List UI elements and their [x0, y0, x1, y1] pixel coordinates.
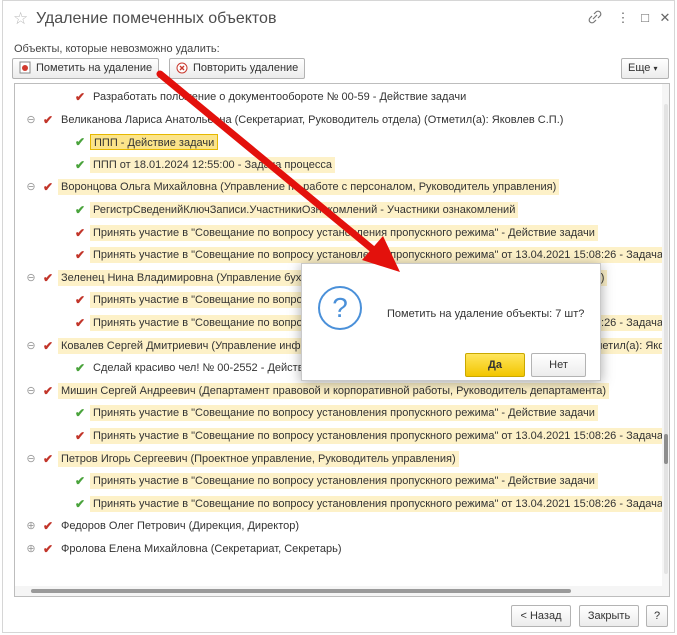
- tree-row-label: ППП - Действие задачи: [90, 134, 219, 151]
- vertical-scrollbar[interactable]: [662, 84, 669, 596]
- expand-icon[interactable]: ⊕: [25, 515, 37, 537]
- red-check-icon: ✔: [75, 248, 86, 263]
- green-check-icon: ✔: [75, 496, 86, 511]
- tree-row[interactable]: ✔ Принять участие в "Совещание по вопросу…: [15, 402, 661, 424]
- tree-row-label: Принять участие в "Совещание по вопросу …: [90, 473, 598, 490]
- tree-row-label: Великанова Лариса Анатольевна (Секретари…: [61, 113, 564, 126]
- tree-row-label: Мишин Сергей Андреевич (Департамент прав…: [58, 382, 609, 399]
- tree-row[interactable]: ✔ Принять участие в "Совещание по вопросу…: [15, 470, 661, 492]
- retry-x-icon: [176, 62, 188, 81]
- undeletable-objects-label: Объекты, которые невозможно удалить:: [14, 43, 220, 55]
- tree-row-label: Разработать положение о документообороте…: [93, 91, 467, 103]
- vertical-scroll-thumb[interactable]: [664, 434, 668, 464]
- collapse-icon[interactable]: ⊖: [25, 267, 37, 289]
- horizontal-scroll-thumb[interactable]: [31, 589, 571, 593]
- mark-for-deletion-label: Пометить на удаление: [36, 62, 153, 74]
- red-check-icon: ✔: [43, 383, 54, 398]
- titlebar: ☆ Удаление помеченных объектов ⋮ □ ✕: [3, 1, 674, 37]
- question-icon: ?: [318, 286, 362, 330]
- tree-row[interactable]: ✔ РегистрСведенийКлючЗаписи.УчастникиОзна…: [15, 199, 661, 221]
- red-check-icon: ✔: [43, 519, 54, 534]
- retry-deletion-button[interactable]: Повторить удаление: [169, 58, 306, 81]
- scroll-track: [664, 104, 668, 574]
- tree-row-label: Федоров Олег Петрович (Дирекция, Директо…: [61, 520, 300, 533]
- tree-row[interactable]: ⊕ ✔ Федоров Олег Петрович (Дирекция, Дирек…: [15, 515, 661, 537]
- collapse-icon[interactable]: ⊖: [25, 109, 37, 131]
- yes-button[interactable]: Да: [465, 353, 525, 377]
- green-check-icon: ✔: [75, 135, 86, 150]
- tree-row[interactable]: ✔ ППП - Действие задачи: [15, 131, 661, 153]
- collapse-icon[interactable]: ⊖: [25, 380, 37, 402]
- more-vert-icon[interactable]: ⋮: [614, 10, 632, 26]
- close-icon[interactable]: ✕: [656, 10, 674, 26]
- tree-row[interactable]: ✔ Принять участие в "Совещание по вопросу…: [15, 222, 661, 244]
- tree-row-label: Воронцова Ольга Михайловна (Управление п…: [58, 179, 560, 196]
- tree-row[interactable]: ✔ Принять участие в "Совещание по вопросу…: [15, 493, 669, 515]
- red-check-icon: ✔: [43, 338, 54, 353]
- more-button[interactable]: Еще ▾: [621, 58, 669, 79]
- tree-row[interactable]: ⊖ ✔ Воронцова Ольга Михайловна (Управление…: [15, 176, 661, 198]
- tree-row-label: Принять участие в "Совещание по вопросу …: [90, 224, 598, 241]
- tree-row-label: ППП от 18.01.2024 12:55:00 - Задача проц…: [90, 156, 336, 173]
- tree-row-label: РегистрСведенийКлючЗаписи.УчастникиОзнак…: [90, 202, 519, 218]
- collapse-icon[interactable]: ⊖: [25, 448, 37, 470]
- collapse-icon[interactable]: ⊖: [25, 335, 37, 357]
- tree-row-label: Петров Игорь Сергеевич (Проектное управл…: [58, 450, 459, 467]
- tree-row-label: Принять участие в "Совещание по вопросу …: [90, 495, 669, 512]
- green-check-icon: ✔: [75, 406, 86, 421]
- tree-row[interactable]: ⊖ ✔ Мишин Сергей Андреевич (Департамент пр…: [15, 380, 661, 402]
- red-check-icon: ✔: [75, 429, 86, 443]
- collapse-icon[interactable]: ⊖: [25, 176, 37, 198]
- red-check-icon: ✔: [75, 316, 86, 330]
- red-check-icon: ✔: [43, 451, 54, 466]
- green-check-icon: ✔: [75, 474, 86, 489]
- delete-mark-icon: [19, 61, 31, 81]
- tree-row[interactable]: ⊖ ✔ Петров Игорь Сергеевич (Проектное упра…: [15, 448, 661, 470]
- tree-row[interactable]: ✔ Разработать положение о документооборот…: [15, 86, 661, 108]
- green-check-icon: ✔: [75, 203, 86, 217]
- red-check-icon: ✔: [43, 112, 54, 127]
- red-check-icon: ✔: [75, 225, 86, 240]
- chevron-down-icon: ▾: [653, 64, 658, 73]
- tree-row-label: Принять участие в "Совещание по вопросу …: [90, 428, 669, 444]
- confirm-dialog: ? Пометить на удаление объекты: 7 шт? Да…: [301, 263, 601, 381]
- maximize-icon[interactable]: □: [636, 10, 654, 26]
- back-button[interactable]: < Назад: [511, 605, 571, 627]
- help-button[interactable]: ?: [646, 605, 668, 627]
- red-check-icon: ✔: [43, 180, 54, 195]
- expand-icon[interactable]: ⊕: [25, 538, 37, 560]
- no-button[interactable]: Нет: [531, 353, 586, 377]
- tree-row-label: Принять участие в "Совещание по вопросу …: [90, 405, 598, 422]
- tree-row[interactable]: ✔ ППП от 18.01.2024 12:55:00 - Задача про…: [15, 154, 661, 176]
- close-button[interactable]: Закрыть: [579, 605, 639, 627]
- tree-row[interactable]: ✔ Принять участие в "Совещание по вопросу…: [15, 425, 669, 447]
- red-check-icon: ✔: [43, 270, 54, 285]
- tree-row[interactable]: ⊖ ✔ Великанова Лариса Анатольевна (Секрета…: [15, 109, 661, 131]
- mark-for-deletion-button[interactable]: Пометить на удаление: [12, 58, 160, 81]
- red-check-icon: ✔: [43, 542, 54, 556]
- confirm-message: Пометить на удаление объекты: 7 шт?: [387, 308, 585, 320]
- window-title: Удаление помеченных объектов: [36, 10, 277, 27]
- tree-row[interactable]: ⊕ ✔ Фролова Елена Михайловна (Секретариат,…: [15, 538, 661, 560]
- tree-row-label: Принять участие в "Совещание по вопросу …: [90, 247, 669, 264]
- red-check-icon: ✔: [75, 293, 86, 308]
- tree-row-label: Фролова Елена Михайловна (Секретариат, С…: [61, 543, 342, 555]
- retry-deletion-label: Повторить удаление: [193, 62, 299, 74]
- more-label: Еще: [628, 62, 651, 74]
- horizontal-scrollbar[interactable]: [15, 586, 662, 596]
- green-check-icon: ✔: [75, 157, 86, 172]
- link-icon[interactable]: [586, 10, 604, 28]
- green-check-icon: ✔: [75, 361, 86, 376]
- red-check-icon: ✔: [75, 90, 86, 104]
- favorite-star-icon[interactable]: ☆: [13, 10, 28, 27]
